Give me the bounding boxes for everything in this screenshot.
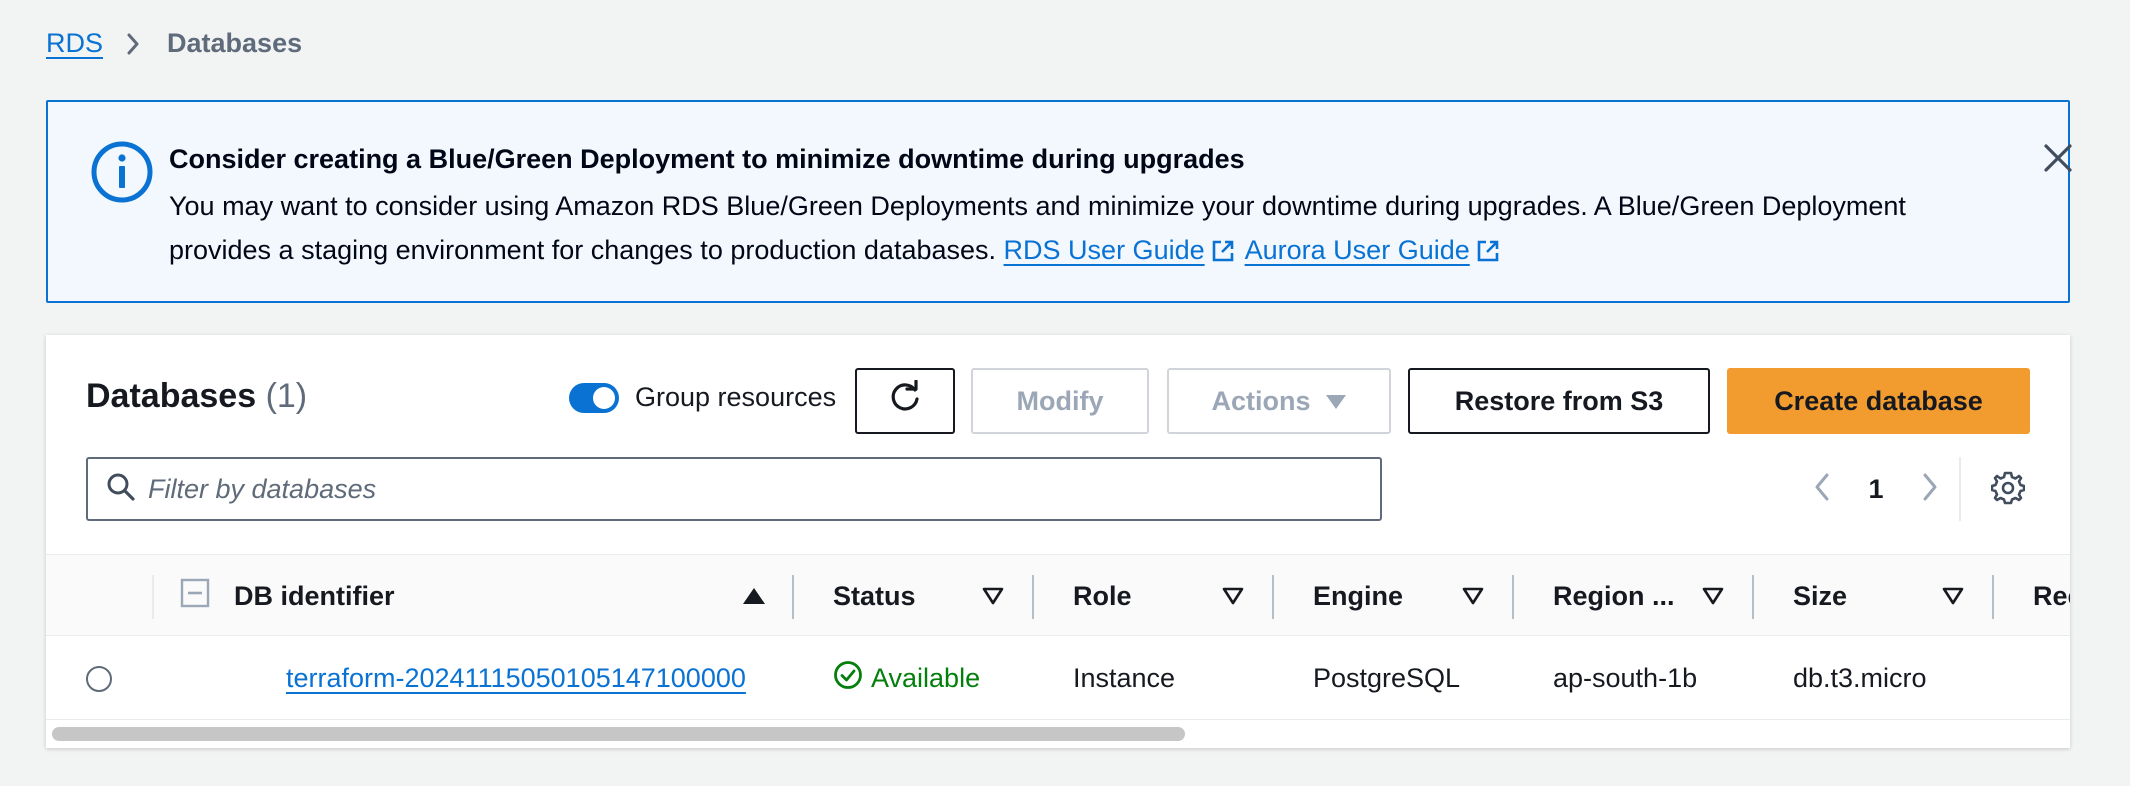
db-identifier-cell: terraform-20241115050105147100000 xyxy=(286,636,792,720)
table-header: DB identifier Status Role Engine Region … xyxy=(46,554,2070,636)
header-status[interactable]: Status xyxy=(833,555,916,637)
databases-panel: Databases (1) Group resources Modify Act… xyxy=(46,335,2070,748)
column-separator xyxy=(1752,575,1754,619)
breadcrumb-rds-link[interactable]: RDS xyxy=(46,28,103,59)
header-recommendations[interactable]: Rec xyxy=(2033,555,2070,637)
restore-from-s3-button[interactable]: Restore from S3 xyxy=(1408,368,1710,434)
header-region-label: Region ... xyxy=(1553,580,1675,611)
db-identifier-link[interactable]: terraform-20241115050105147100000 xyxy=(286,663,746,694)
info-icon xyxy=(90,140,154,204)
header-size-label: Size xyxy=(1793,580,1848,611)
column-separator xyxy=(1512,575,1514,619)
next-page-button[interactable] xyxy=(1904,463,1956,515)
create-database-button[interactable]: Create database xyxy=(1727,368,2030,434)
refresh-icon xyxy=(887,378,923,423)
table-preferences-button[interactable] xyxy=(1986,468,2030,512)
header-region[interactable]: Region ... xyxy=(1553,555,1675,637)
column-separator xyxy=(792,575,794,619)
column-separator xyxy=(152,575,154,619)
sort-icon[interactable] xyxy=(1942,555,1964,637)
sort-icon[interactable] xyxy=(1702,555,1724,637)
breadcrumb-current: Databases xyxy=(167,28,303,58)
group-resources-label: Group resources xyxy=(635,382,837,412)
chevron-left-icon xyxy=(1813,472,1831,507)
panel-title-text: Databases xyxy=(86,377,257,415)
collapse-all-icon xyxy=(180,578,210,615)
actions-label: Actions xyxy=(1211,385,1311,416)
sort-icon[interactable] xyxy=(1462,555,1484,637)
modify-button[interactable]: Modify xyxy=(971,368,1149,434)
caret-down-icon xyxy=(1325,386,1347,417)
modify-label: Modify xyxy=(1016,385,1104,416)
sort-icon[interactable] xyxy=(1222,555,1244,637)
header-role-label: Role xyxy=(1073,580,1132,611)
horizontal-scrollbar[interactable] xyxy=(52,727,1185,741)
column-separator xyxy=(1032,575,1034,619)
region-cell: ap-south-1b xyxy=(1553,662,1698,693)
header-size[interactable]: Size xyxy=(1793,555,1847,637)
header-recommendations-label: Rec xyxy=(2033,580,2070,611)
create-label: Create database xyxy=(1774,385,1983,416)
header-engine-label: Engine xyxy=(1313,580,1404,611)
header-role[interactable]: Role xyxy=(1073,555,1132,637)
status-success-icon xyxy=(833,660,863,697)
size-cell: db.t3.micro xyxy=(1793,662,1927,693)
refresh-button[interactable] xyxy=(855,368,955,434)
toggle-switch[interactable] xyxy=(569,382,619,413)
gear-icon xyxy=(1990,471,2026,510)
breadcrumb: RDS Databases xyxy=(46,28,302,59)
external-link-icon xyxy=(1211,232,1235,276)
external-link-icon xyxy=(1476,232,1500,276)
panel-title: Databases (1) xyxy=(86,377,307,416)
filter-databases-field[interactable] xyxy=(86,457,1382,521)
pager-divider xyxy=(1959,457,1961,521)
actions-dropdown-button[interactable]: Actions xyxy=(1167,368,1391,434)
status-cell: Available xyxy=(833,636,980,720)
close-icon xyxy=(2043,143,2073,178)
search-icon xyxy=(106,472,136,507)
header-engine[interactable]: Engine xyxy=(1313,555,1403,637)
rds-user-guide-link[interactable]: RDS User Guide xyxy=(1004,235,1205,265)
toggle-knob xyxy=(593,386,615,409)
header-status-label: Status xyxy=(833,580,916,611)
aurora-user-guide-link[interactable]: Aurora User Guide xyxy=(1245,235,1470,265)
group-resources-toggle[interactable]: Group resources xyxy=(569,382,836,413)
blue-green-info-banner: Consider creating a Blue/Green Deploymen… xyxy=(46,100,2072,303)
database-count: (1) xyxy=(265,377,308,415)
table-row[interactable]: terraform-20241115050105147100000 Availa… xyxy=(46,636,2070,720)
status-text: Available xyxy=(871,662,981,693)
banner-title: Consider creating a Blue/Green Deploymen… xyxy=(169,144,1245,174)
engine-cell: PostgreSQL xyxy=(1313,662,1461,693)
row-select-radio[interactable] xyxy=(86,666,112,692)
header-db-identifier[interactable]: DB identifier xyxy=(234,555,395,637)
close-banner-button[interactable] xyxy=(2038,140,2078,180)
page-number[interactable]: 1 xyxy=(1848,474,1904,505)
sort-icon[interactable] xyxy=(982,555,1004,637)
chevron-right-icon xyxy=(125,32,141,56)
header-select-all[interactable] xyxy=(180,555,210,637)
column-separator xyxy=(1992,575,1994,619)
restore-label: Restore from S3 xyxy=(1454,385,1664,416)
pagination: 1 xyxy=(1796,463,1956,515)
chevron-right-icon xyxy=(1921,472,1939,507)
previous-page-button[interactable] xyxy=(1796,463,1848,515)
sort-ascending-icon[interactable] xyxy=(742,555,766,637)
filter-input[interactable] xyxy=(148,473,1348,505)
role-cell: Instance xyxy=(1073,662,1176,693)
column-separator xyxy=(1272,575,1274,619)
header-db-identifier-label: DB identifier xyxy=(234,580,395,611)
banner-body: You may want to consider using Amazon RD… xyxy=(169,184,1949,276)
